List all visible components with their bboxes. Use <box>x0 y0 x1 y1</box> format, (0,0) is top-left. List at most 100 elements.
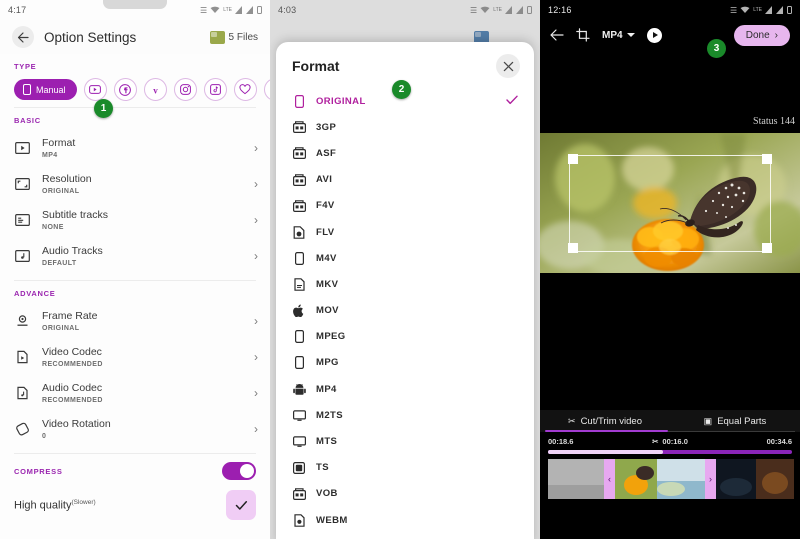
timeline-progress-bar[interactable] <box>548 450 792 454</box>
type-chip-tiktok[interactable] <box>204 78 227 101</box>
thumbnail-cell[interactable] <box>716 459 756 499</box>
screenshot-stage: 4:17 ☰ LTE Option Settings 5 Files TYPE <box>0 0 800 539</box>
quality-check-button[interactable] <box>226 490 256 520</box>
format-option-mpg[interactable]: MPG <box>276 350 534 376</box>
format-option-label: VOB <box>316 488 518 499</box>
tab-cut-trim-video[interactable]: ✂ Cut/Trim video <box>540 416 670 427</box>
format-option-label: ASF <box>316 148 518 159</box>
format-option-mkv[interactable]: MKV <box>276 271 534 297</box>
settings-row-video-codec[interactable]: Video Codec RECOMMENDED › <box>0 339 270 375</box>
format-option-label: MP4 <box>316 384 518 395</box>
close-icon <box>503 61 514 72</box>
status-icons: ☰ LTE <box>470 6 532 15</box>
settings-row-resolution[interactable]: Resolution ORIGINAL › <box>0 166 270 202</box>
video-frame <box>540 133 800 273</box>
format-option-avi[interactable]: AVI <box>276 167 534 193</box>
settings-row-subtitle-tracks[interactable]: Subtitle tracks NONE › <box>0 202 270 238</box>
format-selector[interactable]: MP4 <box>602 30 635 41</box>
type-chip-favorite[interactable] <box>234 78 257 101</box>
chevron-right-icon: › <box>254 314 258 328</box>
phone-notch <box>628 0 712 13</box>
format-option-flv[interactable]: FLV <box>276 219 534 245</box>
crop-handle-top-right[interactable] <box>762 154 772 164</box>
rotate-icon <box>14 421 31 438</box>
format-option-webm[interactable]: WEBM <box>276 507 534 533</box>
crop-handle-bottom-left[interactable] <box>568 243 578 253</box>
quality-label-sup: (Slower) <box>71 499 95 506</box>
thumbnail-cell[interactable] <box>615 459 657 499</box>
thumbnail-cell[interactable] <box>756 459 794 499</box>
crop-handle-top-left[interactable] <box>568 154 578 164</box>
format-option-mp4[interactable]: MP4 <box>276 376 534 402</box>
editor-tabs: ✂ Cut/Trim video ▣ Equal Parts <box>540 410 800 432</box>
screen-icon <box>292 461 306 475</box>
format-option-ts[interactable]: TS <box>276 455 534 481</box>
thumbnail-cell[interactable] <box>548 459 604 499</box>
type-chip-vimeo[interactable]: v <box>144 78 167 101</box>
play-button[interactable] <box>647 28 662 43</box>
scissors-icon: ✂ <box>568 416 576 427</box>
settings-row-text: Video Codec RECOMMENDED <box>42 346 243 367</box>
format-selector-label: MP4 <box>602 30 623 41</box>
format-option-3gp[interactable]: 3GP <box>276 114 534 140</box>
trim-handle-left[interactable]: ‹ <box>604 459 615 499</box>
battery-icon <box>527 6 532 14</box>
thumbnail-cell[interactable] <box>657 459 705 499</box>
type-chip-instagram[interactable] <box>174 78 197 101</box>
type-chip-youtube[interactable] <box>84 78 107 101</box>
type-chip-manual[interactable]: Manual <box>14 79 77 100</box>
signal-icon-1 <box>505 6 513 14</box>
settings-row-format[interactable]: Format MP4 › <box>0 130 270 166</box>
crop-handle-bottom-right[interactable] <box>762 243 772 253</box>
selected-check-icon <box>506 95 518 108</box>
format-option-m2ts[interactable]: M2TS <box>276 402 534 428</box>
annotation-badge-2: 2 <box>392 80 411 99</box>
crop-overlay[interactable] <box>569 155 771 252</box>
facebook-icon <box>119 84 131 96</box>
format-option-label: M4V <box>316 253 518 264</box>
section-label-basic: BASIC <box>0 108 270 130</box>
format-option-mts[interactable]: MTS <box>276 428 534 454</box>
film-icon <box>292 120 306 134</box>
resize-icon <box>14 176 31 193</box>
settings-row-video-rotation[interactable]: Video Rotation 0 › <box>0 411 270 447</box>
heart-icon <box>239 84 251 95</box>
done-button[interactable]: Done › <box>734 25 790 46</box>
dialog-title: Format <box>292 58 339 74</box>
files-count-label: 5 Files <box>229 32 258 43</box>
signal-icon-2 <box>516 6 524 14</box>
format-option-mpeg[interactable]: MPEG <box>276 324 534 350</box>
back-button[interactable] <box>550 29 564 41</box>
phone-icon <box>292 251 306 265</box>
format-option-label: M2TS <box>316 410 518 421</box>
back-button[interactable] <box>12 26 34 48</box>
type-chip-row: Manual v <box>0 76 270 101</box>
tab-cut-trim-label: Cut/Trim video <box>581 416 642 427</box>
crop-button[interactable] <box>576 28 590 42</box>
signal-icon-2 <box>246 6 254 14</box>
quality-row[interactable]: High quality(Slower) <box>0 484 270 528</box>
format-option-vob[interactable]: VOB <box>276 481 534 507</box>
video-preview-area[interactable]: Status 144 <box>540 50 800 410</box>
tab-equal-parts[interactable]: ▣ Equal Parts <box>670 416 800 427</box>
phone-icon <box>292 94 306 108</box>
done-button-label: Done <box>746 30 770 41</box>
compress-toggle[interactable] <box>222 462 256 480</box>
wifi-icon <box>480 6 490 14</box>
format-option-mov[interactable]: MOV <box>276 298 534 324</box>
chevron-right-icon: › <box>254 213 258 227</box>
chevron-right-icon: › <box>775 30 778 41</box>
close-button[interactable] <box>496 54 520 78</box>
format-option-f4v[interactable]: F4V <box>276 193 534 219</box>
settings-row-audio-tracks[interactable]: Audio Tracks DEFAULT › <box>0 238 270 274</box>
format-option-m4v[interactable]: M4V <box>276 245 534 271</box>
timeline-strip[interactable]: ‹ › <box>540 459 800 499</box>
settings-row-audio-codec[interactable]: Audio Codec RECOMMENDED › <box>0 375 270 411</box>
trim-handle-right[interactable]: › <box>705 459 716 499</box>
files-chip[interactable]: 5 Files <box>210 31 258 44</box>
instagram-icon <box>180 84 191 95</box>
type-chip-facebook[interactable] <box>114 78 137 101</box>
format-option-asf[interactable]: ASF <box>276 140 534 166</box>
section-label-advance: ADVANCE <box>0 281 270 303</box>
settings-row-frame-rate[interactable]: Frame Rate ORIGINAL › <box>0 303 270 339</box>
